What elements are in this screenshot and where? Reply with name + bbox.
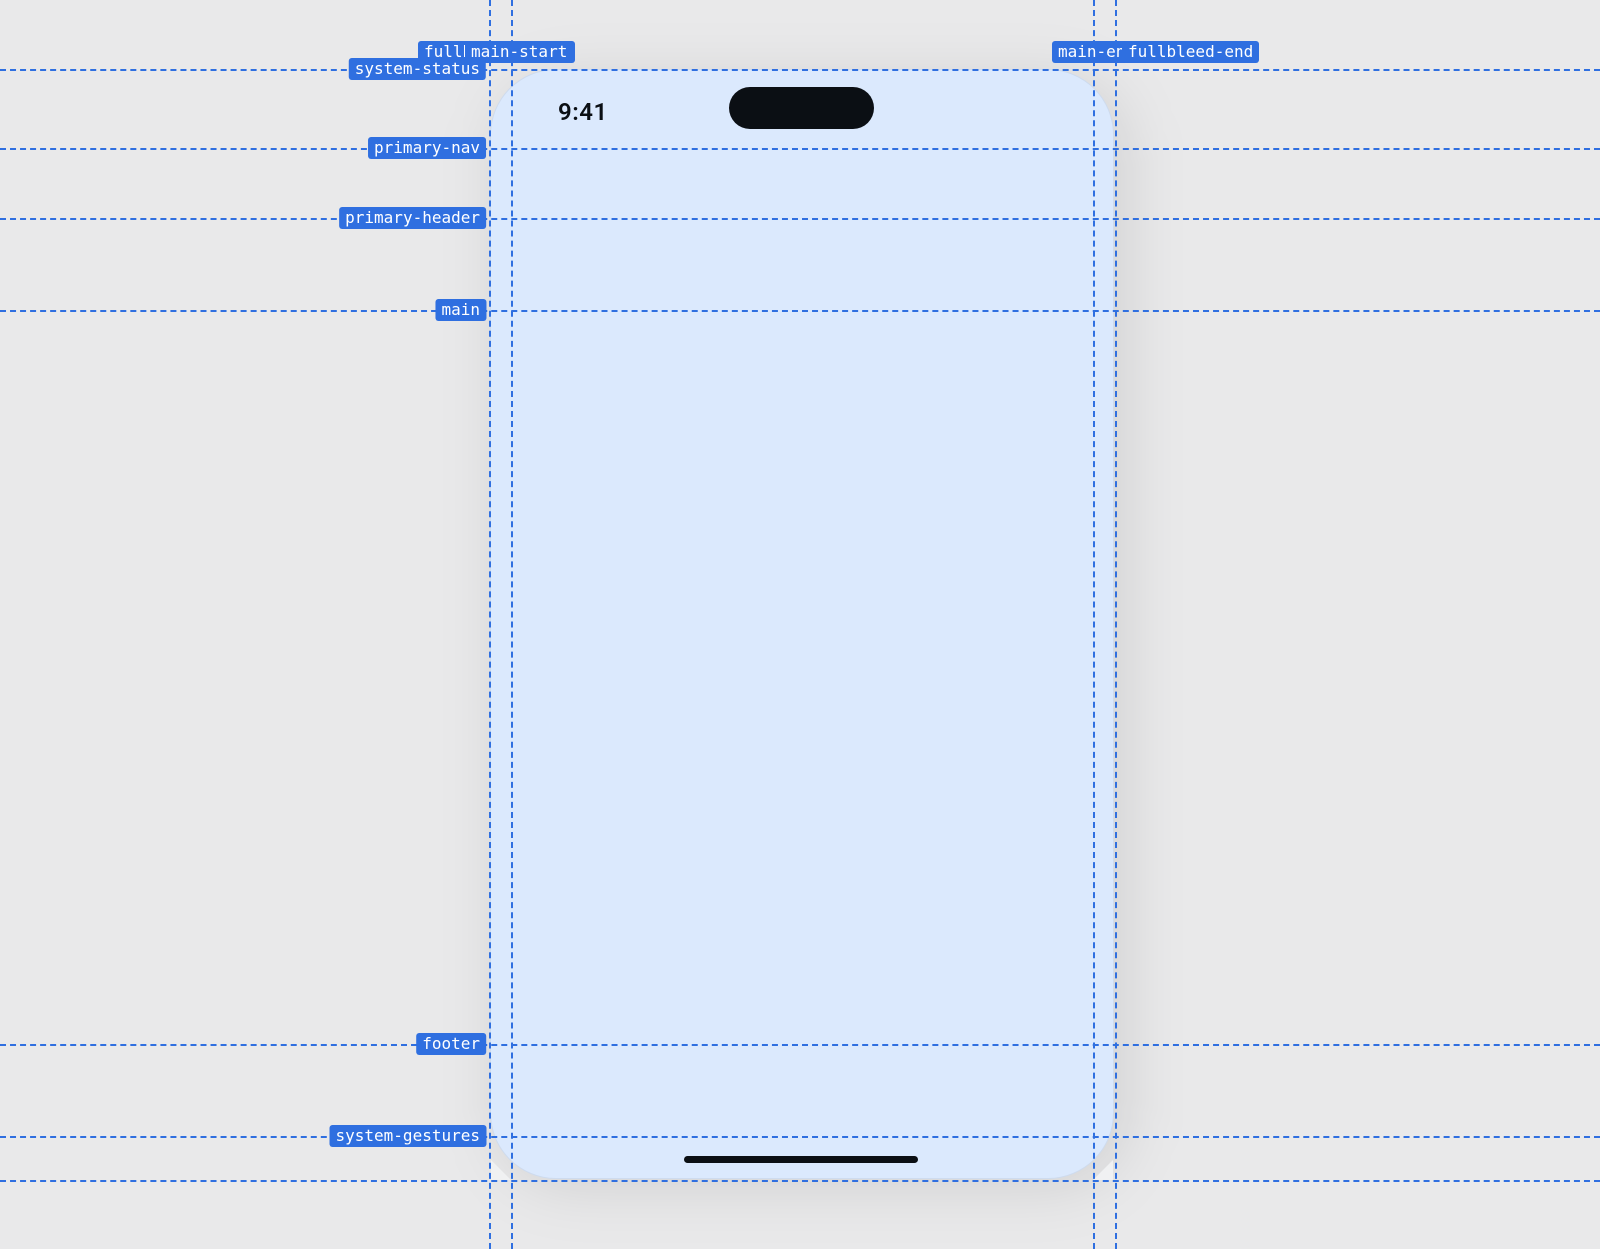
corner-wedge-bl — [491, 1160, 511, 1180]
label-footer: footer — [416, 1033, 486, 1055]
home-indicator[interactable] — [684, 1156, 918, 1163]
label-primary-nav: primary-nav — [368, 137, 486, 159]
status-time: 9:41 — [558, 98, 608, 126]
corner-wedge-br — [1093, 1160, 1113, 1180]
label-primary-header: primary-header — [339, 207, 486, 229]
label-system-status: system-status — [349, 58, 486, 80]
label-fullbleed-end: fullbleed-end — [1122, 41, 1259, 63]
device-frame — [490, 69, 1114, 1179]
label-main: main — [435, 299, 486, 321]
label-system-gestures: system-gestures — [330, 1125, 487, 1147]
dynamic-island — [729, 87, 874, 129]
